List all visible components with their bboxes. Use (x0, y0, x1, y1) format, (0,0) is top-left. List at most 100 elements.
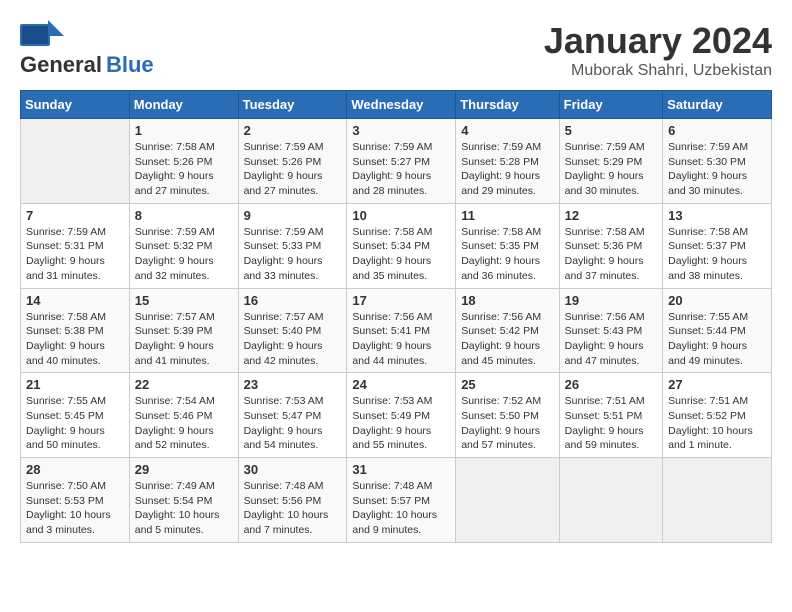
day-info: Sunrise: 7:58 AM Sunset: 5:37 PM Dayligh… (668, 225, 766, 284)
day-number: 23 (244, 377, 342, 392)
calendar-cell: 25 Sunrise: 7:52 AM Sunset: 5:50 PM Dayli… (456, 373, 559, 458)
calendar-week-row: 28 Sunrise: 7:50 AM Sunset: 5:53 PM Dayli… (21, 458, 772, 543)
day-info: Sunrise: 7:59 AM Sunset: 5:33 PM Dayligh… (244, 225, 342, 284)
day-number: 3 (352, 123, 450, 138)
day-number: 20 (668, 293, 766, 308)
page-title: January 2024 (544, 20, 772, 62)
day-number: 2 (244, 123, 342, 138)
day-info: Sunrise: 7:51 AM Sunset: 5:52 PM Dayligh… (668, 394, 766, 453)
calendar-cell: 30 Sunrise: 7:48 AM Sunset: 5:56 PM Dayli… (238, 458, 347, 543)
calendar-cell: 21 Sunrise: 7:55 AM Sunset: 5:45 PM Dayli… (21, 373, 130, 458)
calendar-cell: 14 Sunrise: 7:58 AM Sunset: 5:38 PM Dayli… (21, 288, 130, 373)
day-info: Sunrise: 7:58 AM Sunset: 5:34 PM Dayligh… (352, 225, 450, 284)
calendar-cell: 2Sunrise: 7:59 AM Sunset: 5:26 PM Daylig… (238, 119, 347, 204)
day-number: 17 (352, 293, 450, 308)
day-number: 16 (244, 293, 342, 308)
weekday-header: Sunday (21, 91, 130, 119)
day-number: 24 (352, 377, 450, 392)
day-info: Sunrise: 7:55 AM Sunset: 5:44 PM Dayligh… (668, 310, 766, 369)
calendar-cell: 9Sunrise: 7:59 AM Sunset: 5:33 PM Daylig… (238, 203, 347, 288)
calendar-cell: 6 Sunrise: 7:59 AM Sunset: 5:30 PM Daylig… (663, 119, 772, 204)
day-info: Sunrise: 7:58 AM Sunset: 5:26 PM Dayligh… (135, 140, 233, 199)
calendar-cell: 8 Sunrise: 7:59 AM Sunset: 5:32 PM Daylig… (129, 203, 238, 288)
day-info: Sunrise: 7:49 AM Sunset: 5:54 PM Dayligh… (135, 479, 233, 538)
calendar-cell: 20 Sunrise: 7:55 AM Sunset: 5:44 PM Dayli… (663, 288, 772, 373)
day-info: Sunrise: 7:59 AM Sunset: 5:30 PM Dayligh… (668, 140, 766, 199)
day-number: 12 (565, 208, 657, 223)
weekday-header: Saturday (663, 91, 772, 119)
day-number: 15 (135, 293, 233, 308)
day-number: 4 (461, 123, 553, 138)
day-info: Sunrise: 7:52 AM Sunset: 5:50 PM Dayligh… (461, 394, 553, 453)
day-number: 25 (461, 377, 553, 392)
calendar-cell: 5 Sunrise: 7:59 AM Sunset: 5:29 PM Daylig… (559, 119, 662, 204)
calendar-week-row: 7Sunrise: 7:59 AM Sunset: 5:31 PM Daylig… (21, 203, 772, 288)
day-info: Sunrise: 7:57 AM Sunset: 5:39 PM Dayligh… (135, 310, 233, 369)
day-info: Sunrise: 7:56 AM Sunset: 5:42 PM Dayligh… (461, 310, 553, 369)
calendar-week-row: 14 Sunrise: 7:58 AM Sunset: 5:38 PM Dayli… (21, 288, 772, 373)
calendar-cell: 31Sunrise: 7:48 AM Sunset: 5:57 PM Dayli… (347, 458, 456, 543)
day-number: 29 (135, 462, 233, 477)
day-number: 22 (135, 377, 233, 392)
day-info: Sunrise: 7:56 AM Sunset: 5:41 PM Dayligh… (352, 310, 450, 369)
day-number: 30 (244, 462, 342, 477)
day-info: Sunrise: 7:51 AM Sunset: 5:51 PM Dayligh… (565, 394, 657, 453)
weekday-header: Monday (129, 91, 238, 119)
logo: General Blue (20, 20, 154, 78)
day-number: 28 (26, 462, 124, 477)
day-info: Sunrise: 7:55 AM Sunset: 5:45 PM Dayligh… (26, 394, 124, 453)
day-info: Sunrise: 7:57 AM Sunset: 5:40 PM Dayligh… (244, 310, 342, 369)
calendar-cell (559, 458, 662, 543)
calendar-cell: 13 Sunrise: 7:58 AM Sunset: 5:37 PM Dayli… (663, 203, 772, 288)
day-info: Sunrise: 7:48 AM Sunset: 5:56 PM Dayligh… (244, 479, 342, 538)
day-info: Sunrise: 7:59 AM Sunset: 5:27 PM Dayligh… (352, 140, 450, 199)
logo-icon (20, 20, 64, 52)
day-info: Sunrise: 7:59 AM Sunset: 5:29 PM Dayligh… (565, 140, 657, 199)
calendar-cell: 19 Sunrise: 7:56 AM Sunset: 5:43 PM Dayli… (559, 288, 662, 373)
day-number: 13 (668, 208, 766, 223)
day-info: Sunrise: 7:53 AM Sunset: 5:47 PM Dayligh… (244, 394, 342, 453)
calendar-cell (663, 458, 772, 543)
day-number: 14 (26, 293, 124, 308)
calendar-cell: 24 Sunrise: 7:53 AM Sunset: 5:49 PM Dayli… (347, 373, 456, 458)
page-location: Muborak Shahri, Uzbekistan (544, 62, 772, 80)
day-info: Sunrise: 7:59 AM Sunset: 5:32 PM Dayligh… (135, 225, 233, 284)
weekday-header-row: SundayMondayTuesdayWednesdayThursdayFrid… (21, 91, 772, 119)
calendar-week-row: 21 Sunrise: 7:55 AM Sunset: 5:45 PM Dayli… (21, 373, 772, 458)
logo-blue-text: Blue (106, 52, 154, 78)
calendar-cell: 18Sunrise: 7:56 AM Sunset: 5:42 PM Dayli… (456, 288, 559, 373)
calendar-cell: 11Sunrise: 7:58 AM Sunset: 5:35 PM Dayli… (456, 203, 559, 288)
day-number: 26 (565, 377, 657, 392)
calendar-week-row: 1Sunrise: 7:58 AM Sunset: 5:26 PM Daylig… (21, 119, 772, 204)
title-block: January 2024 Muborak Shahri, Uzbekistan (544, 20, 772, 80)
day-info: Sunrise: 7:48 AM Sunset: 5:57 PM Dayligh… (352, 479, 450, 538)
calendar-table: SundayMondayTuesdayWednesdayThursdayFrid… (20, 90, 772, 543)
day-info: Sunrise: 7:59 AM Sunset: 5:28 PM Dayligh… (461, 140, 553, 199)
day-number: 6 (668, 123, 766, 138)
day-info: Sunrise: 7:50 AM Sunset: 5:53 PM Dayligh… (26, 479, 124, 538)
calendar-cell (456, 458, 559, 543)
day-number: 21 (26, 377, 124, 392)
calendar-cell: 28 Sunrise: 7:50 AM Sunset: 5:53 PM Dayli… (21, 458, 130, 543)
day-number: 10 (352, 208, 450, 223)
calendar-cell: 3 Sunrise: 7:59 AM Sunset: 5:27 PM Daylig… (347, 119, 456, 204)
calendar-cell: 4 Sunrise: 7:59 AM Sunset: 5:28 PM Daylig… (456, 119, 559, 204)
calendar-cell: 7Sunrise: 7:59 AM Sunset: 5:31 PM Daylig… (21, 203, 130, 288)
day-number: 8 (135, 208, 233, 223)
page-header: General Blue January 2024 Muborak Shahri… (20, 20, 772, 80)
calendar-cell: 27Sunrise: 7:51 AM Sunset: 5:52 PM Dayli… (663, 373, 772, 458)
day-info: Sunrise: 7:58 AM Sunset: 5:38 PM Dayligh… (26, 310, 124, 369)
calendar-cell: 16 Sunrise: 7:57 AM Sunset: 5:40 PM Dayli… (238, 288, 347, 373)
day-info: Sunrise: 7:59 AM Sunset: 5:31 PM Dayligh… (26, 225, 124, 284)
weekday-header: Friday (559, 91, 662, 119)
day-info: Sunrise: 7:56 AM Sunset: 5:43 PM Dayligh… (565, 310, 657, 369)
calendar-cell: 17 Sunrise: 7:56 AM Sunset: 5:41 PM Dayli… (347, 288, 456, 373)
day-info: Sunrise: 7:54 AM Sunset: 5:46 PM Dayligh… (135, 394, 233, 453)
calendar-cell: 10 Sunrise: 7:58 AM Sunset: 5:34 PM Dayli… (347, 203, 456, 288)
calendar-cell: 22 Sunrise: 7:54 AM Sunset: 5:46 PM Dayli… (129, 373, 238, 458)
day-info: Sunrise: 7:53 AM Sunset: 5:49 PM Dayligh… (352, 394, 450, 453)
day-number: 19 (565, 293, 657, 308)
weekday-header: Thursday (456, 91, 559, 119)
logo-general-text: General (20, 52, 102, 78)
day-number: 5 (565, 123, 657, 138)
